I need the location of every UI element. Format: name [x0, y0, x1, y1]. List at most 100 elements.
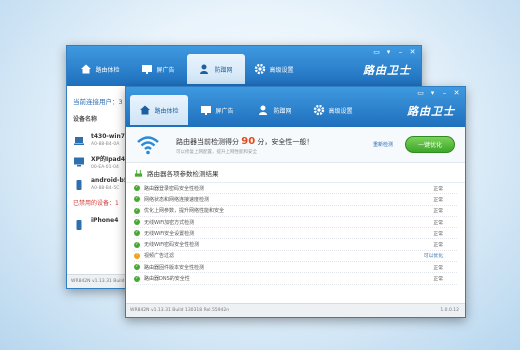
check-label: 无线WiFi密码安全性检测: [144, 242, 200, 249]
window-controls: ▭ ▾ – ✕: [372, 48, 417, 56]
home-icon: [140, 105, 151, 115]
window-controls: ▭ ▾ – ✕: [416, 89, 461, 97]
optimize-button[interactable]: 一键优化: [405, 136, 455, 153]
score-suffix: 分，安全性一般！: [257, 138, 314, 146]
tab-ads[interactable]: 屏广告: [188, 95, 246, 125]
home-icon: [81, 64, 92, 74]
tab-label: 屏广告: [156, 66, 175, 74]
list-item: ✓ 无线WiFi密码安全性检测 正常: [134, 239, 457, 251]
tab-label: 防蹭网: [214, 66, 233, 74]
list-item: ✓ 优化上网参数，提升网络性能和安全 正常: [134, 206, 457, 217]
tab-label: 高级设置: [269, 66, 294, 74]
device-mac: 00-EA-01-04: [91, 165, 119, 170]
device-name: android-b5: [91, 177, 129, 184]
skin-icon[interactable]: ▭: [372, 48, 381, 56]
app-version: 1.0.0.12: [440, 308, 459, 313]
tab-checkup[interactable]: 路由体检: [130, 95, 188, 125]
tab-bar: 路由体检 屏广告 防蹭网 高级设置: [130, 95, 362, 125]
ok-icon: ✓: [134, 230, 140, 237]
brand-logo: 路由卫士: [407, 105, 455, 118]
check-label: 路由器登录密码安全性检测: [144, 185, 205, 192]
device-mac: A0-88-B4-5C: [91, 186, 120, 191]
skin-icon[interactable]: ▭: [416, 89, 425, 97]
ok-icon: ✓: [134, 207, 140, 214]
check-status: 正常: [433, 186, 443, 192]
warning-icon: !: [134, 252, 140, 259]
tab-label: 屏广告: [215, 107, 234, 115]
tab-anti-leech[interactable]: 防蹭网: [187, 54, 245, 84]
laptop-icon: [74, 137, 84, 145]
status-bar: WR842N v1.13.31 Build 130318 Rel.55942n …: [126, 303, 465, 317]
minimize-icon[interactable]: –: [440, 89, 449, 97]
ok-icon: ✓: [134, 264, 140, 271]
menu-icon[interactable]: ▾: [428, 89, 437, 97]
ok-icon: ✓: [134, 185, 140, 192]
check-label: 无线WiFi加密方式检测: [144, 219, 195, 226]
gear-icon: [255, 63, 266, 75]
check-label: 无线WiFi安全设置检测: [144, 230, 195, 237]
list-item: ✓ 无线WiFi加密方式检测 正常: [134, 217, 457, 229]
tab-advanced[interactable]: 高级设置: [304, 95, 362, 125]
tab-label: 高级设置: [328, 107, 353, 115]
score-panel: 路由器当前检测得分 90 分，安全性一般！ 可以修复上网配置，提升上网性能和安全…: [126, 127, 465, 163]
phone-icon: [76, 180, 82, 190]
tab-advanced[interactable]: 高级设置: [245, 54, 303, 84]
score-value: 90: [241, 136, 256, 147]
monitor-icon: [201, 106, 212, 115]
close-icon[interactable]: ✕: [408, 48, 417, 56]
minimize-icon[interactable]: –: [396, 48, 405, 56]
main-window: ▭ ▾ – ✕ 路由体检 屏广告 防蹭网 高级设置 路由卫士 路由器当前检测得分…: [125, 86, 466, 318]
device-name: XP的Ipad4: [91, 156, 126, 163]
tab-label: 路由体检: [95, 66, 120, 74]
tab-bar: 路由体检 屏广告 防蹭网 高级设置: [71, 54, 303, 84]
close-icon[interactable]: ✕: [452, 89, 461, 97]
section-title: 路由器各项参数检测结果: [147, 170, 219, 178]
ok-icon: ✓: [134, 241, 140, 248]
user-shield-icon: [200, 64, 209, 74]
ok-icon: ✓: [134, 275, 140, 282]
list-item: ✓ 路由器登录密码安全性检测 正常: [134, 183, 457, 195]
list-item: ✓ 网络状态和网络连接速度检测 正常: [134, 194, 457, 206]
check-status: 正常: [433, 220, 443, 226]
monitor-icon: [74, 157, 84, 167]
user-shield-icon: [259, 105, 268, 115]
monitor-icon: [142, 65, 153, 74]
score-summary: 路由器当前检测得分 90 分，安全性一般！: [176, 136, 313, 147]
phone-icon: [76, 220, 82, 230]
check-status: 正常: [433, 265, 443, 271]
section-header: 路由器各项参数检测结果: [126, 163, 465, 183]
version-text: WR842N v1.13.31 Build 130318 Rel.55942n: [130, 308, 230, 313]
list-item: ✓ 路由器固件版本安全性检测 正常: [134, 262, 457, 274]
wifi-icon: [137, 136, 159, 155]
device-name: iPhone4: [91, 217, 119, 224]
check-status: 正常: [433, 197, 443, 203]
router-icon: [134, 169, 143, 177]
tab-anti-leech[interactable]: 防蹭网: [246, 95, 304, 125]
check-status: 正常: [433, 209, 443, 215]
score-prefix: 路由器当前检测得分: [176, 138, 239, 146]
tab-label: 防蹭网: [273, 107, 292, 115]
recheck-link[interactable]: 重新检测: [373, 141, 393, 148]
check-list: ✓ 路由器登录密码安全性检测 正常 ✓ 网络状态和网络连接速度检测 正常 ✓ 优…: [126, 183, 465, 285]
check-status: 正常: [433, 231, 443, 237]
check-label: 路由器固件版本安全性检测: [144, 264, 205, 271]
check-status: 正常: [433, 277, 443, 283]
optimize-link[interactable]: 可以优化: [424, 252, 443, 259]
tab-label: 路由体检: [154, 107, 179, 115]
ok-icon: ✓: [134, 219, 140, 226]
titlebar: ▭ ▾ – ✕ 路由体检 屏广告 防蹭网 高级设置 路由卫士: [126, 87, 465, 127]
tab-checkup[interactable]: 路由体检: [71, 54, 129, 84]
device-name: t430-win7: [91, 133, 125, 140]
list-item: ✓ 路由器DNS的安全性 正常: [134, 273, 457, 285]
gear-icon: [314, 104, 325, 116]
device-mac: A0-88-B4-0A: [91, 142, 120, 147]
list-item: ! 视频广告过滤 可以优化: [134, 251, 457, 263]
check-label: 路由器DNS的安全性: [144, 276, 190, 283]
tab-ads[interactable]: 屏广告: [129, 54, 187, 84]
score-hint: 可以修复上网配置，提升上网性能和安全: [176, 150, 257, 155]
titlebar: ▭ ▾ – ✕ 路由体检 屏广告 防蹭网 高级设置 路由卫士: [67, 46, 421, 86]
check-label: 视频广告过滤: [144, 253, 175, 260]
ok-icon: ✓: [134, 196, 140, 203]
menu-icon[interactable]: ▾: [384, 48, 393, 56]
check-status: 正常: [433, 243, 443, 249]
